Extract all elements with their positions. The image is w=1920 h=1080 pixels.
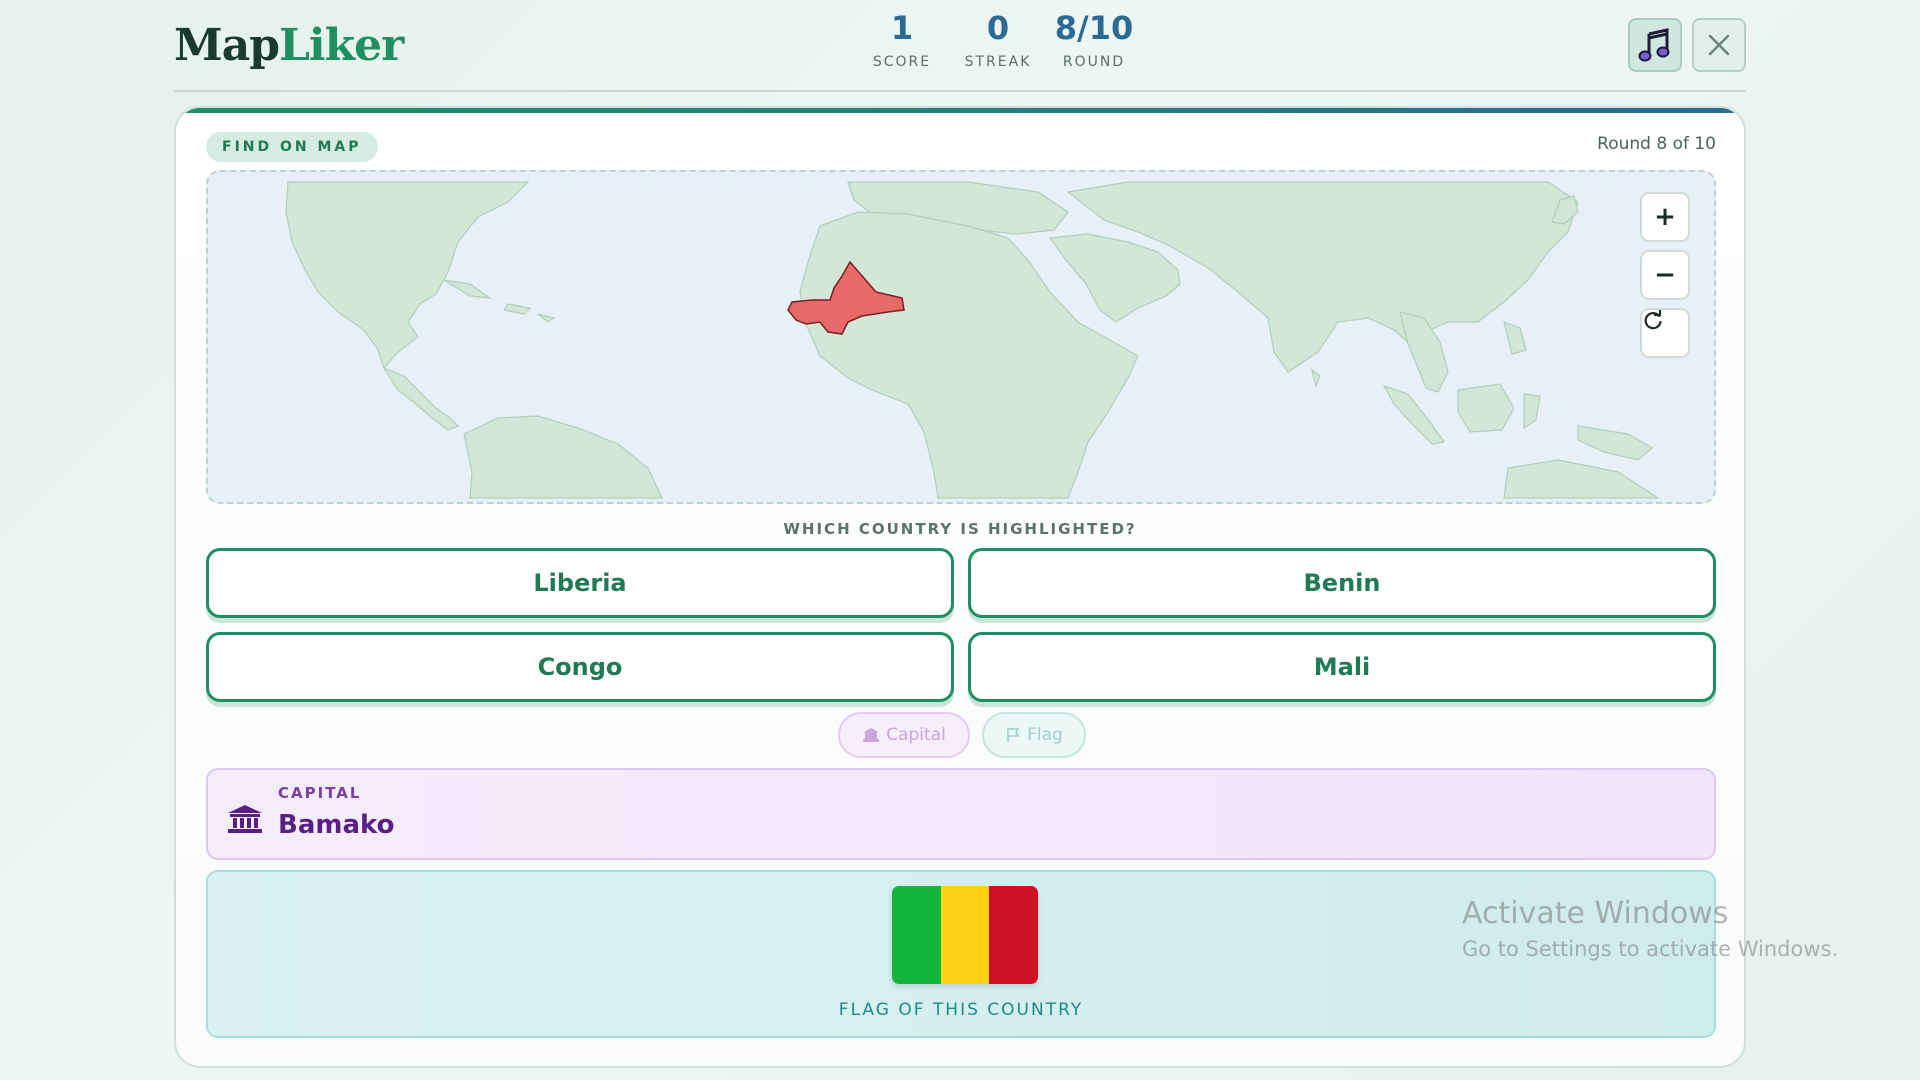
streak-stat: 0 STREAK [950,8,1046,70]
round-label: ROUND [1062,54,1126,70]
flag-icon [1007,728,1020,742]
close-icon [1708,34,1730,56]
score-label: SCORE [872,54,932,70]
card-accent-bar [176,108,1744,113]
land-arabia [1048,233,1181,323]
answer-option-benin[interactable]: Benin [968,548,1716,618]
stats-bar: 1 SCORE 0 STREAK 8/10 ROUND [854,8,1142,70]
building-icon [228,805,262,833]
land-australia [1503,459,1661,499]
flag-stripe-red [989,886,1038,984]
capital-reveal-panel: CAPITAL Bamako [206,768,1716,860]
land-borneo [1457,383,1515,433]
app-logo[interactable]: MapLiker [174,20,404,71]
round-stat: 8/10 ROUND [1046,8,1142,70]
building-icon [863,728,880,742]
land-north-america [285,181,530,370]
streak-value: 0 [986,9,1010,47]
zoom-in-button[interactable]: + [1640,192,1690,242]
close-button[interactable] [1692,18,1746,72]
logo-part-liker: Liker [278,20,404,71]
country-flag [892,886,1038,984]
zoom-out-button[interactable]: − [1640,250,1690,300]
reset-map-button[interactable] [1640,308,1690,358]
land-caribbean [443,279,556,323]
score-stat: 1 SCORE [854,8,950,70]
land-new-guinea [1577,425,1654,461]
flag-hint-label: Flag [1027,725,1063,745]
watermark-title: Activate Windows [1462,896,1729,931]
music-toggle-button[interactable] [1628,18,1682,72]
map-svg [285,181,1661,499]
land-sulawesi [1523,393,1541,430]
answer-option-mali[interactable]: Mali [968,632,1716,702]
land-sri-lanka [1311,368,1321,388]
capital-value: Bamako [278,810,395,840]
music-note-icon [1638,28,1670,62]
world-map[interactable]: + − [206,170,1716,504]
capital-hint-button[interactable]: Capital [838,712,970,758]
round-indicator: Round 8 of 10 [1597,134,1716,154]
watermark-subtitle: Go to Settings to activate Windows. [1462,937,1839,961]
land-philippines [1503,321,1527,355]
flag-caption: FLAG OF THIS COUNTRY [838,1000,1084,1020]
logo-part-map: Map [174,20,280,71]
land-south-america [463,415,663,499]
streak-label: STREAK [964,54,1032,70]
windows-activation-watermark: Activate Windows Go to Settings to activ… [1462,896,1838,961]
flag-stripe-yellow [940,886,990,984]
land-central-america [382,366,460,431]
refresh-icon [1644,310,1662,330]
answer-option-congo[interactable]: Congo [206,632,954,702]
answer-option-liberia[interactable]: Liberia [206,548,954,618]
score-value: 1 [890,9,914,47]
round-value: 8/10 [1054,9,1134,47]
mode-badge: FIND ON MAP [206,132,378,162]
land-sumatra [1382,384,1446,445]
question-prompt: WHICH COUNTRY IS HIGHLIGHTED? [783,520,1137,538]
flag-hint-button[interactable]: Flag [982,712,1086,758]
app-header: MapLiker 1 SCORE 0 STREAK 8/10 ROUND [174,0,1746,92]
flag-stripe-green [892,886,941,984]
capital-label: CAPITAL [278,784,362,802]
capital-hint-label: Capital [886,725,946,745]
